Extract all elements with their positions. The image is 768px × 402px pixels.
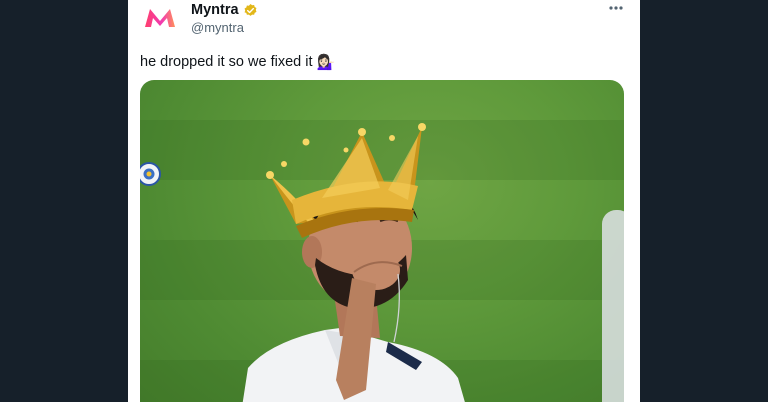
author-handle[interactable]: @myntra [191,20,244,35]
tweet-text: he dropped it so we fixed it 💁🏻‍♀️ [140,53,335,71]
avatar[interactable] [140,4,180,32]
tweet-media-image[interactable] [140,80,624,402]
author-name[interactable]: Myntra [191,2,258,18]
tweet-card[interactable]: Myntra @myntra he dropped it so we fixed… [128,0,640,402]
myntra-logo-icon [145,9,175,27]
tweet-text-body: he dropped it so we fixed it [140,54,313,70]
person-tipping-hand-emoji: 💁🏻‍♀️ [316,54,336,71]
page-background-left [0,0,128,402]
more-horizontal-icon [609,6,623,10]
background-figure [602,210,624,402]
more-options-button[interactable] [606,0,626,16]
author-name-text[interactable]: Myntra [191,2,239,18]
page-background-right [640,0,768,402]
bcci-badge-icon [140,162,161,186]
verified-badge-icon [244,3,256,16]
photo-scene [140,123,624,402]
crown-icon [266,123,426,238]
